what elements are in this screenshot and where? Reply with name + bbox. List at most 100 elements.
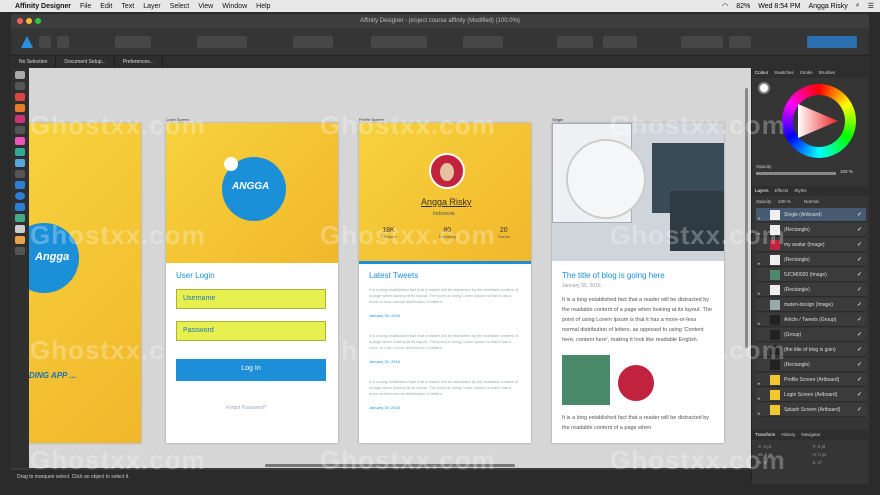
- layer-row[interactable]: ▸ Splash Screen (Artboard) ✓: [756, 403, 866, 417]
- assistant-group[interactable]: [807, 36, 857, 48]
- designer-persona-icon[interactable]: [21, 36, 33, 48]
- arrange-group-2[interactable]: [729, 36, 751, 48]
- layer-row[interactable]: ▸ (Rectangle) ✓: [756, 283, 866, 297]
- crop-tool-icon[interactable]: [15, 170, 25, 178]
- opacity-value[interactable]: 100 %: [840, 169, 853, 174]
- align-group[interactable]: [371, 36, 427, 48]
- hand-tool-icon[interactable]: [15, 236, 25, 244]
- vertical-scrollbar[interactable]: [745, 88, 748, 348]
- user-name[interactable]: Angga Risky: [809, 3, 848, 10]
- layer-row[interactable]: my avatar (Image) ✓: [756, 238, 866, 252]
- place-image-icon[interactable]: [15, 159, 25, 167]
- minimize-icon[interactable]: [26, 18, 32, 24]
- layer-row[interactable]: 5JCM0026 (Image) ✓: [756, 268, 866, 282]
- tab-layers[interactable]: Layers: [752, 186, 772, 196]
- export-persona-icon[interactable]: [57, 36, 69, 48]
- layer-opacity-value[interactable]: 100 %: [778, 199, 791, 204]
- move-tool-icon[interactable]: [15, 71, 25, 79]
- x-field[interactable]: X: 0 pt: [758, 444, 810, 449]
- layer-row[interactable]: (Group) ✓: [756, 328, 866, 342]
- pen-tool-icon[interactable]: [15, 93, 25, 101]
- h-field[interactable]: H: 0 pt: [813, 452, 865, 457]
- username-field[interactable]: Username: [176, 289, 326, 309]
- view-mode-group[interactable]: [197, 36, 247, 48]
- arrange-group[interactable]: [681, 36, 723, 48]
- password-field[interactable]: Password: [176, 321, 326, 341]
- splash-artboard[interactable]: Angga DING APP ...: [29, 123, 141, 443]
- profile-name: Angga Risky: [421, 197, 472, 207]
- w-field[interactable]: W: 0 pt: [758, 452, 810, 457]
- shape-tool-icon[interactable]: [15, 214, 25, 222]
- document-setup-button[interactable]: Document Setup...: [56, 56, 115, 68]
- ellipse-tool-icon[interactable]: [15, 192, 25, 200]
- layer-row[interactable]: (the title of blog is goin) ✓: [756, 343, 866, 357]
- forgot-password-link[interactable]: Forgot Password?: [226, 405, 267, 411]
- app-menu[interactable]: Affinity Designer: [15, 3, 71, 10]
- gradient-tool-icon[interactable]: [15, 137, 25, 145]
- single-artboard[interactable]: The title of blog is going here January …: [552, 123, 724, 443]
- r-field[interactable]: R: 0°: [758, 460, 810, 465]
- tab-styles[interactable]: Styles: [791, 186, 809, 196]
- horizontal-scrollbar[interactable]: [265, 464, 515, 467]
- tab-swatches[interactable]: Swatches: [771, 68, 797, 78]
- order-group[interactable]: [293, 36, 333, 48]
- tab-transform[interactable]: Transform: [752, 430, 778, 440]
- tab-colour[interactable]: Colour: [752, 68, 771, 78]
- menu-window[interactable]: Window: [222, 3, 247, 10]
- pixel-persona-icon[interactable]: [39, 36, 51, 48]
- layer-row[interactable]: ▸ (Rectangle) ✓: [756, 223, 866, 237]
- tab-stroke[interactable]: Stroke: [797, 68, 816, 78]
- layer-row[interactable]: ▸ Article / Tweets (Group) ✓: [756, 313, 866, 327]
- menu-text[interactable]: Text: [121, 3, 134, 10]
- menu-view[interactable]: View: [198, 3, 213, 10]
- rounded-rect-tool-icon[interactable]: [15, 203, 25, 211]
- tab-history[interactable]: History: [778, 430, 798, 440]
- s-field[interactable]: S: 0°: [813, 460, 865, 465]
- canvas[interactable]: Angga DING APP ... Login Screen ANGGA Us…: [29, 68, 751, 468]
- zoom-tool-icon[interactable]: [15, 247, 25, 255]
- tab-effects[interactable]: Effects: [772, 186, 792, 196]
- blend-mode[interactable]: Normal: [804, 199, 819, 204]
- fill-tool-icon[interactable]: [15, 126, 25, 134]
- close-icon[interactable]: [17, 18, 23, 24]
- battery-label[interactable]: 82%: [736, 3, 750, 10]
- fill-swatch[interactable]: [758, 82, 770, 94]
- splash-brand: Angga: [35, 251, 70, 263]
- menu-file[interactable]: File: [80, 3, 91, 10]
- boolean-group[interactable]: [557, 36, 593, 48]
- clock[interactable]: Wed 8:54 PM: [758, 3, 800, 10]
- layer-row[interactable]: materi-design (Image) ✓: [756, 298, 866, 312]
- colour-wheel[interactable]: [782, 84, 856, 158]
- login-artboard[interactable]: ANGGA User Login Username Password Log I…: [166, 123, 338, 443]
- opacity-slider[interactable]: [756, 172, 836, 175]
- transparency-tool-icon[interactable]: [15, 148, 25, 156]
- transform-group[interactable]: [463, 36, 503, 48]
- preferences-button[interactable]: Preferences...: [115, 56, 163, 68]
- boolean-group-2[interactable]: [603, 36, 637, 48]
- snapping-group[interactable]: [115, 36, 151, 48]
- pencil-tool-icon[interactable]: [15, 104, 25, 112]
- y-field[interactable]: Y: 0 pt: [813, 444, 865, 449]
- rectangle-tool-icon[interactable]: [15, 181, 25, 189]
- layer-row[interactable]: ▸ Profile Screen (Artboard) ✓: [756, 373, 866, 387]
- zoom-icon[interactable]: [35, 18, 41, 24]
- menu-layer[interactable]: Layer: [143, 3, 161, 10]
- node-tool-icon[interactable]: [15, 82, 25, 90]
- tab-navigator[interactable]: Navigator: [798, 430, 823, 440]
- wifi-icon[interactable]: ◠: [722, 2, 728, 10]
- tab-brushes[interactable]: Brushes: [816, 68, 839, 78]
- list-icon[interactable]: ☰: [868, 2, 874, 10]
- layer-row[interactable]: ▸ Login Screen (Artboard) ✓: [756, 388, 866, 402]
- status-bar: Drag to marquee select. Click an object …: [11, 470, 751, 484]
- menu-edit[interactable]: Edit: [100, 3, 112, 10]
- text-tool-icon[interactable]: [15, 225, 25, 233]
- menu-help[interactable]: Help: [256, 3, 270, 10]
- layer-row[interactable]: ▾ Single (Artboard) ✓: [756, 208, 866, 222]
- layer-row[interactable]: ▸ (Rectangle) ✓: [756, 253, 866, 267]
- menu-select[interactable]: Select: [170, 3, 189, 10]
- profile-artboard[interactable]: Angga Risky Indonesia 18K Followers 80 Fol…: [359, 123, 531, 443]
- search-icon[interactable]: ⌕: [856, 2, 860, 10]
- login-button[interactable]: Log In: [176, 359, 326, 381]
- layer-row[interactable]: (Rectangle) ✓: [756, 358, 866, 372]
- brush-tool-icon[interactable]: [15, 115, 25, 123]
